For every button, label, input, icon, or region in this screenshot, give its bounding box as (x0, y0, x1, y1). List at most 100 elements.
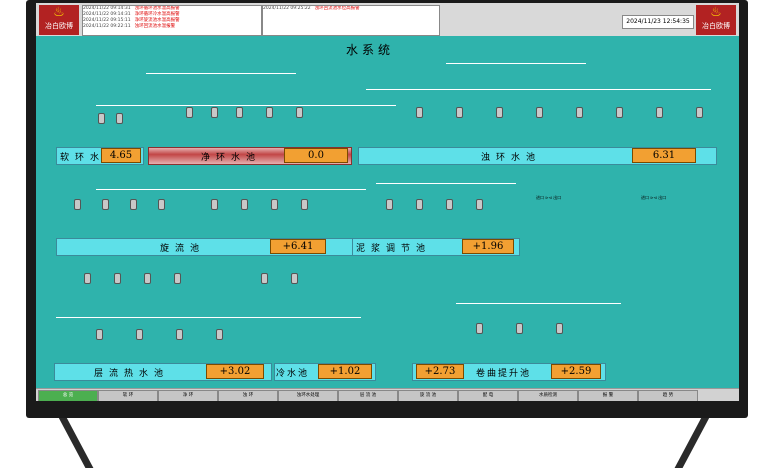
pump-icon[interactable] (536, 107, 543, 118)
pump-icon[interactable] (696, 107, 703, 118)
pump-icon[interactable] (176, 329, 183, 340)
tank-label: 旋流池 (160, 244, 206, 254)
pump-icon[interactable] (96, 329, 103, 340)
pump-icon[interactable] (516, 323, 523, 334)
alarm-time: 2024/11/22 09:15:11 (83, 18, 131, 23)
header-bar: ♨ 冶白欧博 2024/11/22 09:14:31 浊环循环池水温高报警 202… (36, 3, 739, 36)
pump-icon[interactable] (102, 199, 109, 210)
nav-soft-button[interactable]: 软 环 (98, 390, 158, 401)
pump-icon[interactable] (496, 107, 503, 118)
brand-logo-left: ♨ 冶白欧博 (39, 5, 79, 35)
tank-label: 净环水池 (201, 153, 262, 163)
valve-group-label: 进口 ⊳⊲ 出口 (536, 195, 562, 200)
nav-dirty-button[interactable]: 浊 环 (218, 390, 278, 401)
pump-icon[interactable] (130, 199, 137, 210)
alarm-time: 2024/11/22 09:25:22 (263, 6, 311, 11)
pump-icon[interactable] (74, 199, 81, 210)
level-value: +2.59 (551, 364, 601, 379)
pipe (96, 189, 366, 190)
alarm-message: 浊环回流池水温报警 (134, 24, 176, 29)
alarm-time: 2024/11/22 09:14:31 (83, 6, 131, 11)
pump-icon[interactable] (476, 199, 483, 210)
pipe (376, 183, 516, 184)
pump-icon[interactable] (211, 107, 218, 118)
alarm-message: 净环循环冷水温高报警 (134, 12, 180, 17)
pump-icon[interactable] (261, 273, 268, 284)
pump-icon[interactable] (476, 323, 483, 334)
pump-icon[interactable] (266, 107, 273, 118)
pump-icon[interactable] (241, 199, 248, 210)
nav-alarm-button[interactable]: 报 警 (578, 390, 638, 401)
pump-icon[interactable] (236, 107, 243, 118)
alarm-time: 2024/11/22 09:14:31 (83, 12, 131, 17)
pump-icon[interactable] (296, 107, 303, 118)
tank-label: 冷水池 (276, 369, 310, 379)
flame-icon: ♨ (710, 5, 722, 20)
flame-icon: ♨ (53, 5, 65, 20)
pump-icon[interactable] (84, 273, 91, 284)
level-value: 4.65 (101, 148, 141, 163)
tank-label: 卷曲提升池 (476, 369, 532, 379)
alarm-message: 浊环回流池水位高报警 (314, 6, 360, 11)
level-value: +1.96 (462, 239, 514, 254)
alarm-row[interactable]: 2024/11/22 09:22:11 浊环回流池水温报警 (83, 24, 261, 30)
pipe (366, 89, 711, 90)
tv-stand-right (674, 410, 714, 468)
level-value: 6.31 (632, 148, 696, 163)
pump-icon[interactable] (174, 273, 181, 284)
pump-icon[interactable] (144, 273, 151, 284)
pump-icon[interactable] (576, 107, 583, 118)
pump-icon[interactable] (114, 273, 121, 284)
tank-label: 层流热水池 (94, 369, 170, 379)
scada-screen: ♨ 冶白欧博 2024/11/22 09:14:31 浊环循环池水温高报警 202… (36, 3, 739, 401)
alarm-message: 净环旋流池水温高报警 (134, 18, 180, 23)
pump-icon[interactable] (271, 199, 278, 210)
alarm-list-left[interactable]: 2024/11/22 09:14:31 浊环循环池水温高报警 2024/11/22… (82, 5, 262, 36)
pump-icon[interactable] (116, 113, 123, 124)
pump-icon[interactable] (386, 199, 393, 210)
clock-display: 2024/11/23 12:54:35 (622, 15, 694, 29)
nav-trend-button[interactable]: 趋 势 (638, 390, 698, 401)
pump-icon[interactable] (616, 107, 623, 118)
pipe (56, 317, 361, 318)
brand-name-right: 冶白欧博 (702, 22, 730, 30)
pump-icon[interactable] (446, 199, 453, 210)
tv-stand-left (54, 410, 94, 468)
level-value: +1.02 (318, 364, 372, 379)
tank-label: 浊环水池 (481, 153, 542, 163)
nav-power-button[interactable]: 配 电 (458, 390, 518, 401)
brand-name-left: 冶白欧博 (45, 22, 73, 30)
alarm-list-right[interactable]: 2024/11/22 09:25:22 浊环回流池水位高报警 (262, 5, 440, 36)
valve-group-label: 进口 ⊳⊲ 出口 (641, 195, 667, 200)
nav-cyclone-button[interactable]: 旋 流 池 (398, 390, 458, 401)
alarm-row[interactable]: 2024/11/22 09:25:22 浊环回流池水位高报警 (263, 6, 439, 12)
pump-icon[interactable] (456, 107, 463, 118)
nav-quality-button[interactable]: 水质检测 (518, 390, 578, 401)
pipe (446, 63, 586, 64)
pump-icon[interactable] (186, 107, 193, 118)
pipe (96, 105, 396, 106)
alarm-message: 浊环循环池水温高报警 (134, 6, 180, 11)
pump-icon[interactable] (416, 199, 423, 210)
level-value: +3.02 (206, 364, 264, 379)
nav-clean-button[interactable]: 净 环 (158, 390, 218, 401)
brand-logo-right: ♨ 冶白欧博 (696, 5, 736, 35)
pump-icon[interactable] (158, 199, 165, 210)
pump-icon[interactable] (556, 323, 563, 334)
level-value: 0.0 (284, 148, 348, 163)
pump-icon[interactable] (291, 273, 298, 284)
nav-treatment-button[interactable]: 浊环水处理 (278, 390, 338, 401)
pump-icon[interactable] (211, 199, 218, 210)
pipe (456, 303, 621, 304)
pump-icon[interactable] (98, 113, 105, 124)
pump-icon[interactable] (136, 329, 143, 340)
pump-icon[interactable] (416, 107, 423, 118)
pump-icon[interactable] (656, 107, 663, 118)
alarm-time: 2024/11/22 09:22:11 (83, 24, 131, 29)
pipe (146, 73, 296, 74)
tank-label: 泥浆调节池 (356, 244, 432, 254)
pump-icon[interactable] (301, 199, 308, 210)
nav-overview-button[interactable]: 总 览 (38, 390, 98, 401)
nav-laminar-button[interactable]: 层 流 池 (338, 390, 398, 401)
pump-icon[interactable] (216, 329, 223, 340)
